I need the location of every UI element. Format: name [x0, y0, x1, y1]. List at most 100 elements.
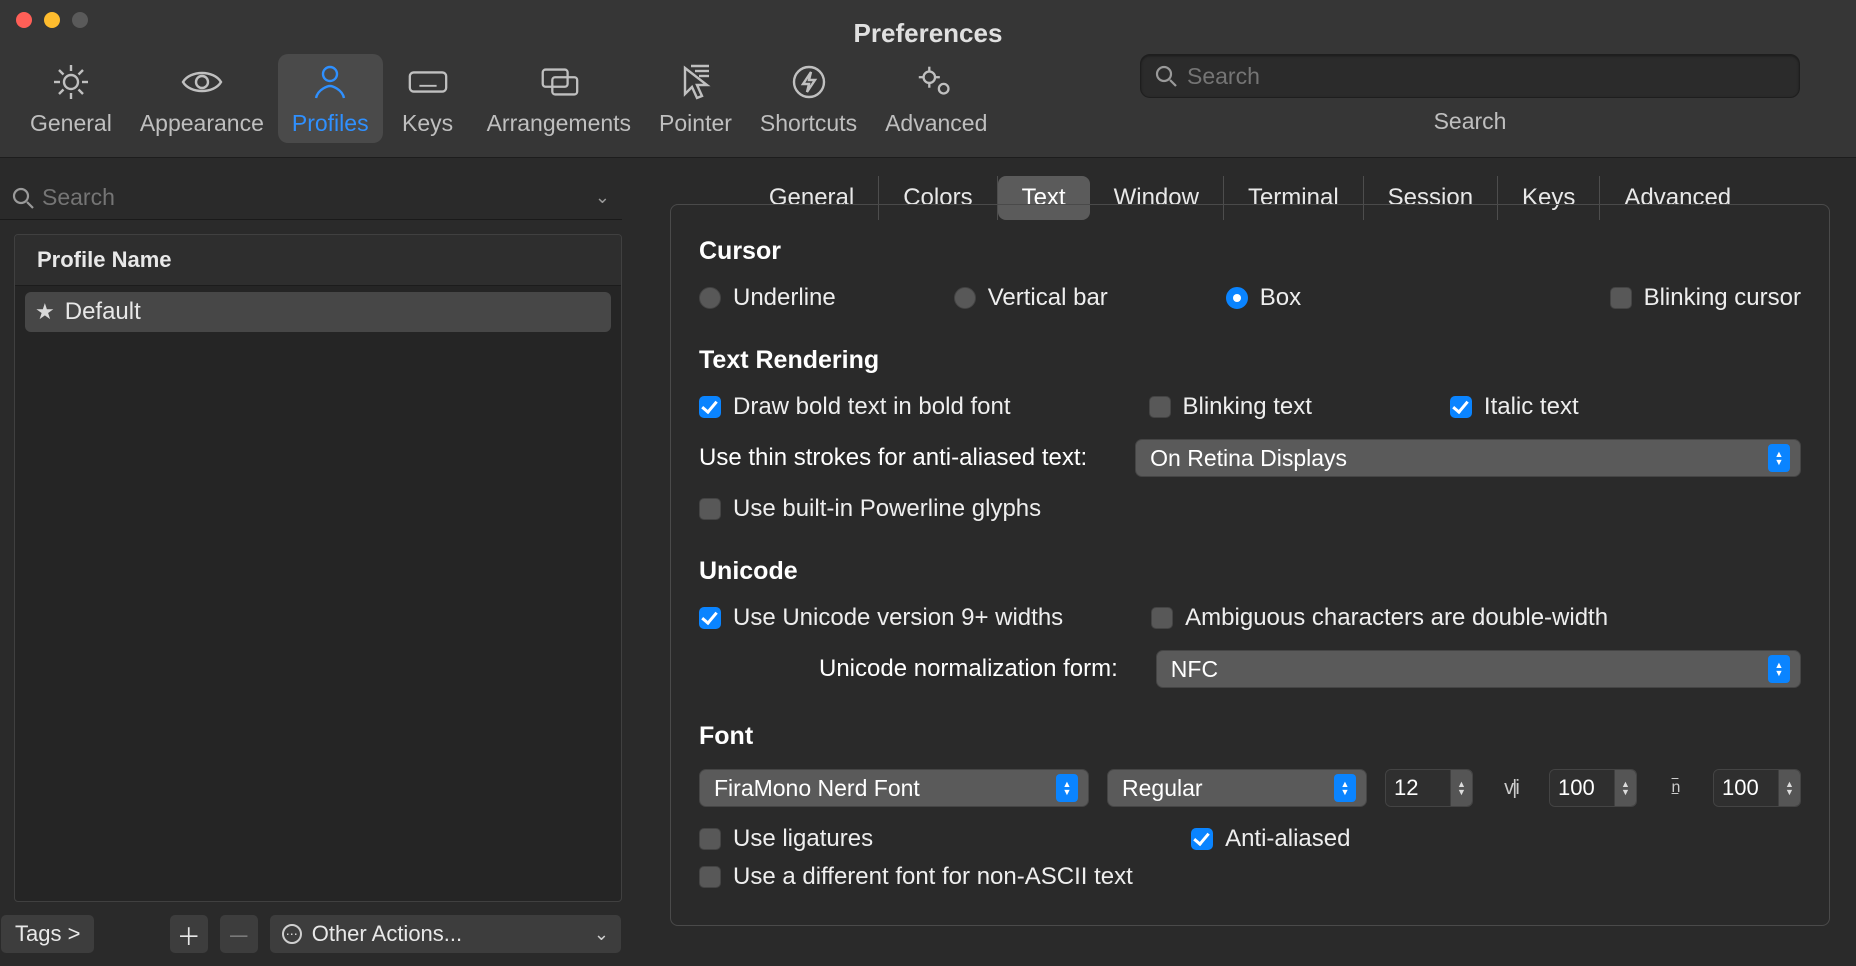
traffic-lights: [0, 12, 88, 28]
vertical-spacing-value[interactable]: 100: [1550, 770, 1614, 806]
profiles-list-panel: Profile Name ★ Default: [14, 234, 622, 902]
radio-label: Box: [1260, 284, 1301, 312]
stepper-icon: ▲▼: [1056, 774, 1078, 802]
anti-aliased-checkbox[interactable]: Anti-aliased: [1191, 825, 1350, 853]
preferences-toolbar: General Appearance Profiles Keys Arrange: [0, 40, 1856, 158]
radio-label: Underline: [733, 284, 836, 312]
italic-text-checkbox[interactable]: Italic text: [1450, 393, 1579, 421]
chevron-down-icon[interactable]: ⌄: [595, 187, 610, 208]
preferences-body: ⌄ Profile Name ★ Default Tags > ＋ － ⋯ Ot…: [0, 158, 1856, 964]
cursor-underline-radio[interactable]: Underline: [699, 284, 836, 312]
checkbox-square: [1450, 396, 1472, 418]
cursor-vertical-radio[interactable]: Vertical bar: [954, 284, 1108, 312]
section-font: Font: [699, 722, 1801, 751]
add-profile-button[interactable]: ＋: [169, 914, 209, 954]
unicode-v9-checkbox[interactable]: Use Unicode version 9+ widths: [699, 604, 1063, 632]
remove-profile-button[interactable]: －: [219, 914, 259, 954]
checkbox-label: Use ligatures: [733, 825, 873, 853]
draw-bold-checkbox[interactable]: Draw bold text in bold font: [699, 393, 1011, 421]
tab-general[interactable]: General: [16, 54, 126, 143]
font-weight-select[interactable]: Regular ▲▼: [1107, 769, 1367, 807]
checkbox-square: [699, 498, 721, 520]
blinking-cursor-checkbox[interactable]: Blinking cursor: [1610, 284, 1801, 312]
tab-arrangements[interactable]: Arrangements: [473, 54, 645, 143]
bolt-circle-icon: [787, 60, 831, 104]
eye-icon: [180, 60, 224, 104]
checkbox-square: [699, 396, 721, 418]
tab-keys[interactable]: Keys: [383, 54, 473, 143]
checkbox-label: Blinking text: [1183, 393, 1312, 421]
profiles-sidebar: ⌄ Profile Name ★ Default Tags > ＋ － ⋯ Ot…: [0, 158, 640, 964]
horizontal-spacing-value[interactable]: 100: [1714, 770, 1778, 806]
tab-label: Pointer: [659, 110, 732, 137]
minimize-window-button[interactable]: [44, 12, 60, 28]
checkbox-square: [699, 866, 721, 888]
powerline-glyphs-checkbox[interactable]: Use built-in Powerline glyphs: [699, 495, 1041, 523]
tab-label: Profiles: [292, 110, 369, 137]
cursor-box-radio[interactable]: Box: [1226, 284, 1301, 312]
stepper-icon[interactable]: ▲▼: [1778, 770, 1800, 806]
close-window-button[interactable]: [16, 12, 32, 28]
profiles-list: ★ Default: [15, 286, 621, 901]
toolbar-search-input[interactable]: [1187, 63, 1785, 90]
font-size-stepper[interactable]: 12 ▲▼: [1385, 769, 1473, 807]
checkbox-square: [1191, 828, 1213, 850]
tab-label: Appearance: [140, 110, 264, 137]
profile-row[interactable]: ★ Default: [25, 292, 611, 332]
font-family-select[interactable]: FiraMono Nerd Font ▲▼: [699, 769, 1089, 807]
tags-button[interactable]: Tags >: [0, 914, 95, 954]
section-text-rendering: Text Rendering: [699, 346, 1801, 375]
thin-strokes-select[interactable]: On Retina Displays ▲▼: [1135, 439, 1801, 477]
profiles-search[interactable]: ⌄: [0, 176, 622, 220]
profile-name: Default: [65, 298, 141, 326]
select-value: NFC: [1171, 656, 1758, 683]
tab-label: Advanced: [885, 110, 987, 137]
toolbar-search[interactable]: [1140, 54, 1800, 98]
stepper-icon: ▲▼: [1768, 444, 1790, 472]
font-size-value[interactable]: 12: [1386, 770, 1450, 806]
checkbox-square: [1610, 287, 1632, 309]
different-nonascii-font-checkbox[interactable]: Use a different font for non-ASCII text: [699, 863, 1133, 891]
ambiguous-double-width-checkbox[interactable]: Ambiguous characters are double-width: [1151, 604, 1608, 632]
checkbox-square: [1149, 396, 1171, 418]
blinking-text-checkbox[interactable]: Blinking text: [1149, 393, 1312, 421]
toolbar-search-wrap: Search: [1140, 54, 1800, 135]
tab-label: General: [30, 110, 112, 137]
zoom-window-button[interactable]: [72, 12, 88, 28]
vertical-spacing-stepper[interactable]: 100 ▲▼: [1549, 769, 1637, 807]
select-value: On Retina Displays: [1150, 445, 1758, 472]
checkbox-label: Blinking cursor: [1644, 284, 1801, 312]
keyboard-icon: [406, 60, 450, 104]
checkbox-label: Use built-in Powerline glyphs: [733, 495, 1041, 523]
stepper-icon[interactable]: ▲▼: [1614, 770, 1636, 806]
tab-advanced[interactable]: Advanced: [871, 54, 1001, 143]
horizontal-spacing-stepper[interactable]: 100 ▲▼: [1713, 769, 1801, 807]
radio-bullet: [954, 287, 976, 309]
gears-icon: [914, 60, 958, 104]
person-icon: [308, 60, 352, 104]
profile-settings-pane: General Colors Text Window Terminal Sess…: [640, 158, 1856, 964]
star-icon: ★: [35, 299, 55, 325]
search-icon: [1155, 65, 1177, 87]
gear-icon: [49, 60, 93, 104]
tab-pointer[interactable]: Pointer: [645, 54, 746, 143]
stepper-icon[interactable]: ▲▼: [1450, 770, 1472, 806]
checkbox-label: Anti-aliased: [1225, 825, 1350, 853]
use-ligatures-checkbox[interactable]: Use ligatures: [699, 825, 873, 853]
ellipsis-icon: ⋯: [282, 924, 302, 944]
profiles-search-input[interactable]: [42, 184, 589, 211]
search-icon: [12, 187, 34, 209]
tab-appearance[interactable]: Appearance: [126, 54, 278, 143]
radio-bullet: [699, 287, 721, 309]
tab-shortcuts[interactable]: Shortcuts: [746, 54, 871, 143]
stepper-icon: ▲▼: [1768, 655, 1790, 683]
other-actions-menu[interactable]: ⋯ Other Actions... ⌄: [269, 914, 622, 954]
other-actions-label: Other Actions...: [312, 921, 462, 947]
thin-strokes-label: Use thin strokes for anti-aliased text:: [699, 444, 1087, 472]
normalization-select[interactable]: NFC ▲▼: [1156, 650, 1801, 688]
section-unicode: Unicode: [699, 557, 1801, 586]
select-value: FiraMono Nerd Font: [714, 775, 1046, 802]
toolbar-search-caption: Search: [1434, 108, 1507, 135]
tab-profiles[interactable]: Profiles: [278, 54, 383, 143]
radio-bullet: [1226, 287, 1248, 309]
